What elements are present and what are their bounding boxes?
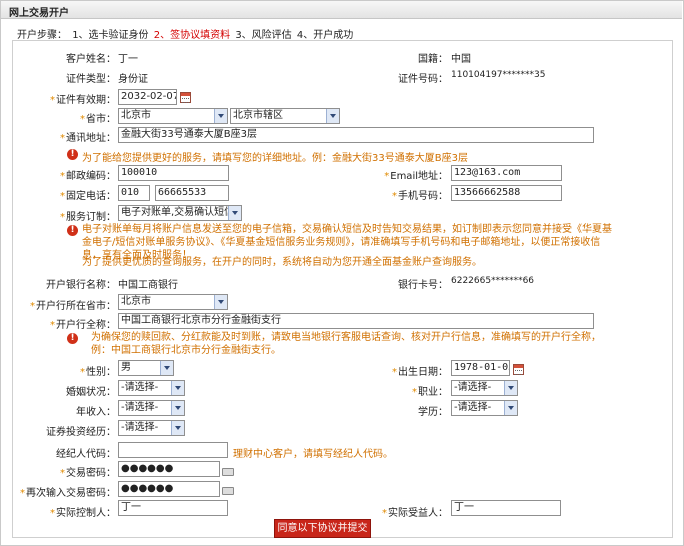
password-input[interactable]: ●●●●●● <box>118 461 220 477</box>
agent-hint: 理财中心客户，请填写经纪人代码。 <box>233 449 393 460</box>
nation-label: 国籍： <box>418 54 448 65</box>
customer-name-value: 丁一 <box>118 54 138 65</box>
phone-area-input[interactable]: 010 <box>118 185 150 201</box>
password-label: 交易密码： <box>30 464 116 479</box>
idno-value: 110104197*******35 <box>451 70 546 80</box>
warning-icon: ! <box>67 225 78 236</box>
agent-input[interactable] <box>118 442 228 458</box>
income-label: 年收入： <box>76 407 116 418</box>
income-value: -请选择- <box>121 402 159 413</box>
address-input[interactable]: 金融大街33号通泰大厦B座3层 <box>118 127 594 143</box>
service-select[interactable]: 电子对账单,交易确认短信 <box>118 205 242 221</box>
marriage-label: 婚姻状况： <box>66 387 116 398</box>
card-label: 银行卡号： <box>398 280 448 291</box>
idtype-value: 身份证 <box>118 74 148 85</box>
controller-label: 实际控制人： <box>30 504 116 519</box>
branch-input[interactable]: 中国工商银行北京市分行金融街支行 <box>118 313 594 329</box>
job-select[interactable]: -请选择- <box>451 380 518 396</box>
postcode-input[interactable]: 100010 <box>118 165 229 181</box>
income-select[interactable]: -请选择- <box>118 400 185 416</box>
experience-label: 证券投资经历： <box>46 427 116 438</box>
password-confirm-label: 再次输入交易密码： <box>20 484 116 499</box>
marriage-value: -请选择- <box>121 382 159 393</box>
chevron-down-icon <box>171 401 184 415</box>
phone-number-input[interactable]: 66665533 <box>155 185 229 201</box>
gender-label: 性别： <box>30 363 116 378</box>
customer-name-label: 客户姓名： <box>66 54 116 65</box>
email-input[interactable]: 123@163.com <box>451 165 562 181</box>
beneficiary-label: 实际受益人： <box>380 504 448 519</box>
query-service-note: 为了提供更优质的查询服务，在开户的同时，系统将自动为您开通全面基金账户查询服务。 <box>82 257 482 268</box>
idtype-label: 证件类型： <box>66 74 116 85</box>
controller-input[interactable]: 丁一 <box>118 500 228 516</box>
birthday-label: 出生日期： <box>380 363 448 378</box>
service-value: 电子对账单,交易确认短信 <box>121 207 235 218</box>
province-value: 北京市 <box>121 110 151 121</box>
chevron-down-icon <box>504 401 517 415</box>
chevron-down-icon <box>171 381 184 395</box>
beneficiary-input[interactable]: 丁一 <box>451 500 561 516</box>
card-value: 6222665*******66 <box>451 276 535 286</box>
province-label: 省市： <box>30 110 116 125</box>
bank-name-value: 中国工商银行 <box>118 280 178 291</box>
agent-label: 经纪人代码： <box>56 449 116 460</box>
validity-label: 证件有效期： <box>30 91 116 106</box>
district-select[interactable]: 北京市辖区 <box>230 108 340 124</box>
bank-name-label: 开户银行名称： <box>46 280 116 291</box>
email-label: Email地址： <box>380 167 448 182</box>
job-value: -请选择- <box>454 382 492 393</box>
mobile-label: 手机号码： <box>380 187 448 202</box>
step-indicator: 开户步骤： 1、选卡验证身份 2、签协议填资料 3、风险评估 4、开户成功 <box>17 26 355 41</box>
warning-icon: ! <box>67 333 78 344</box>
calendar-icon[interactable] <box>513 364 524 375</box>
bank-region-label: 开户行所在省市： <box>20 297 116 312</box>
marriage-select[interactable]: -请选择- <box>118 380 185 396</box>
chevron-down-icon <box>160 361 173 375</box>
chevron-down-icon <box>504 381 517 395</box>
mobile-input[interactable]: 13566662588 <box>451 185 562 201</box>
postcode-label: 邮政编码： <box>30 167 116 182</box>
chevron-down-icon <box>214 109 227 123</box>
province-select[interactable]: 北京市 <box>118 108 228 124</box>
district-value: 北京市辖区 <box>233 110 283 121</box>
chevron-down-icon <box>214 295 227 309</box>
education-select[interactable]: -请选择- <box>451 400 518 416</box>
experience-value: -请选择- <box>121 422 159 433</box>
address-label: 通讯地址： <box>30 129 116 144</box>
chevron-down-icon <box>326 109 339 123</box>
validity-input[interactable]: 2032-02-07 <box>118 89 177 105</box>
calendar-icon[interactable] <box>180 92 191 103</box>
job-label: 职业： <box>380 383 448 398</box>
nation-value: 中国 <box>451 54 471 65</box>
keyboard-icon[interactable] <box>222 487 234 495</box>
address-hint: 为了能给您提供更好的服务，请填写您的详细地址。例：金融大街33号通泰大厦B座3层 <box>82 153 468 164</box>
branch-hint: 为确保您的赎回款、分红款能及时到账，请致电当地银行客服电话查询、核对开户行信息，… <box>91 332 601 356</box>
chevron-down-icon <box>228 206 241 220</box>
bank-region-value: 北京市 <box>121 296 151 307</box>
submit-button[interactable]: 同意以下协议并提交 <box>274 519 371 538</box>
gender-select[interactable]: 男 <box>118 360 174 376</box>
window-title: 网上交易开户 <box>9 8 69 19</box>
branch-label: 开户行全称： <box>30 316 116 331</box>
service-label: 服务订制： <box>30 208 116 223</box>
keyboard-icon[interactable] <box>222 468 234 476</box>
gender-value: 男 <box>121 362 131 373</box>
idno-label: 证件号码： <box>398 74 448 85</box>
education-label: 学历： <box>418 407 448 418</box>
chevron-down-icon <box>171 421 184 435</box>
education-value: -请选择- <box>454 402 492 413</box>
experience-select[interactable]: -请选择- <box>118 420 185 436</box>
password-confirm-input[interactable]: ●●●●●● <box>118 481 220 497</box>
birthday-input[interactable]: 1978-01-05 <box>451 360 510 376</box>
bank-region-select[interactable]: 北京市 <box>118 294 228 310</box>
phone-label: 固定电话： <box>30 187 116 202</box>
warning-icon: ! <box>67 149 78 160</box>
title-bar: 网上交易开户 <box>1 1 682 19</box>
